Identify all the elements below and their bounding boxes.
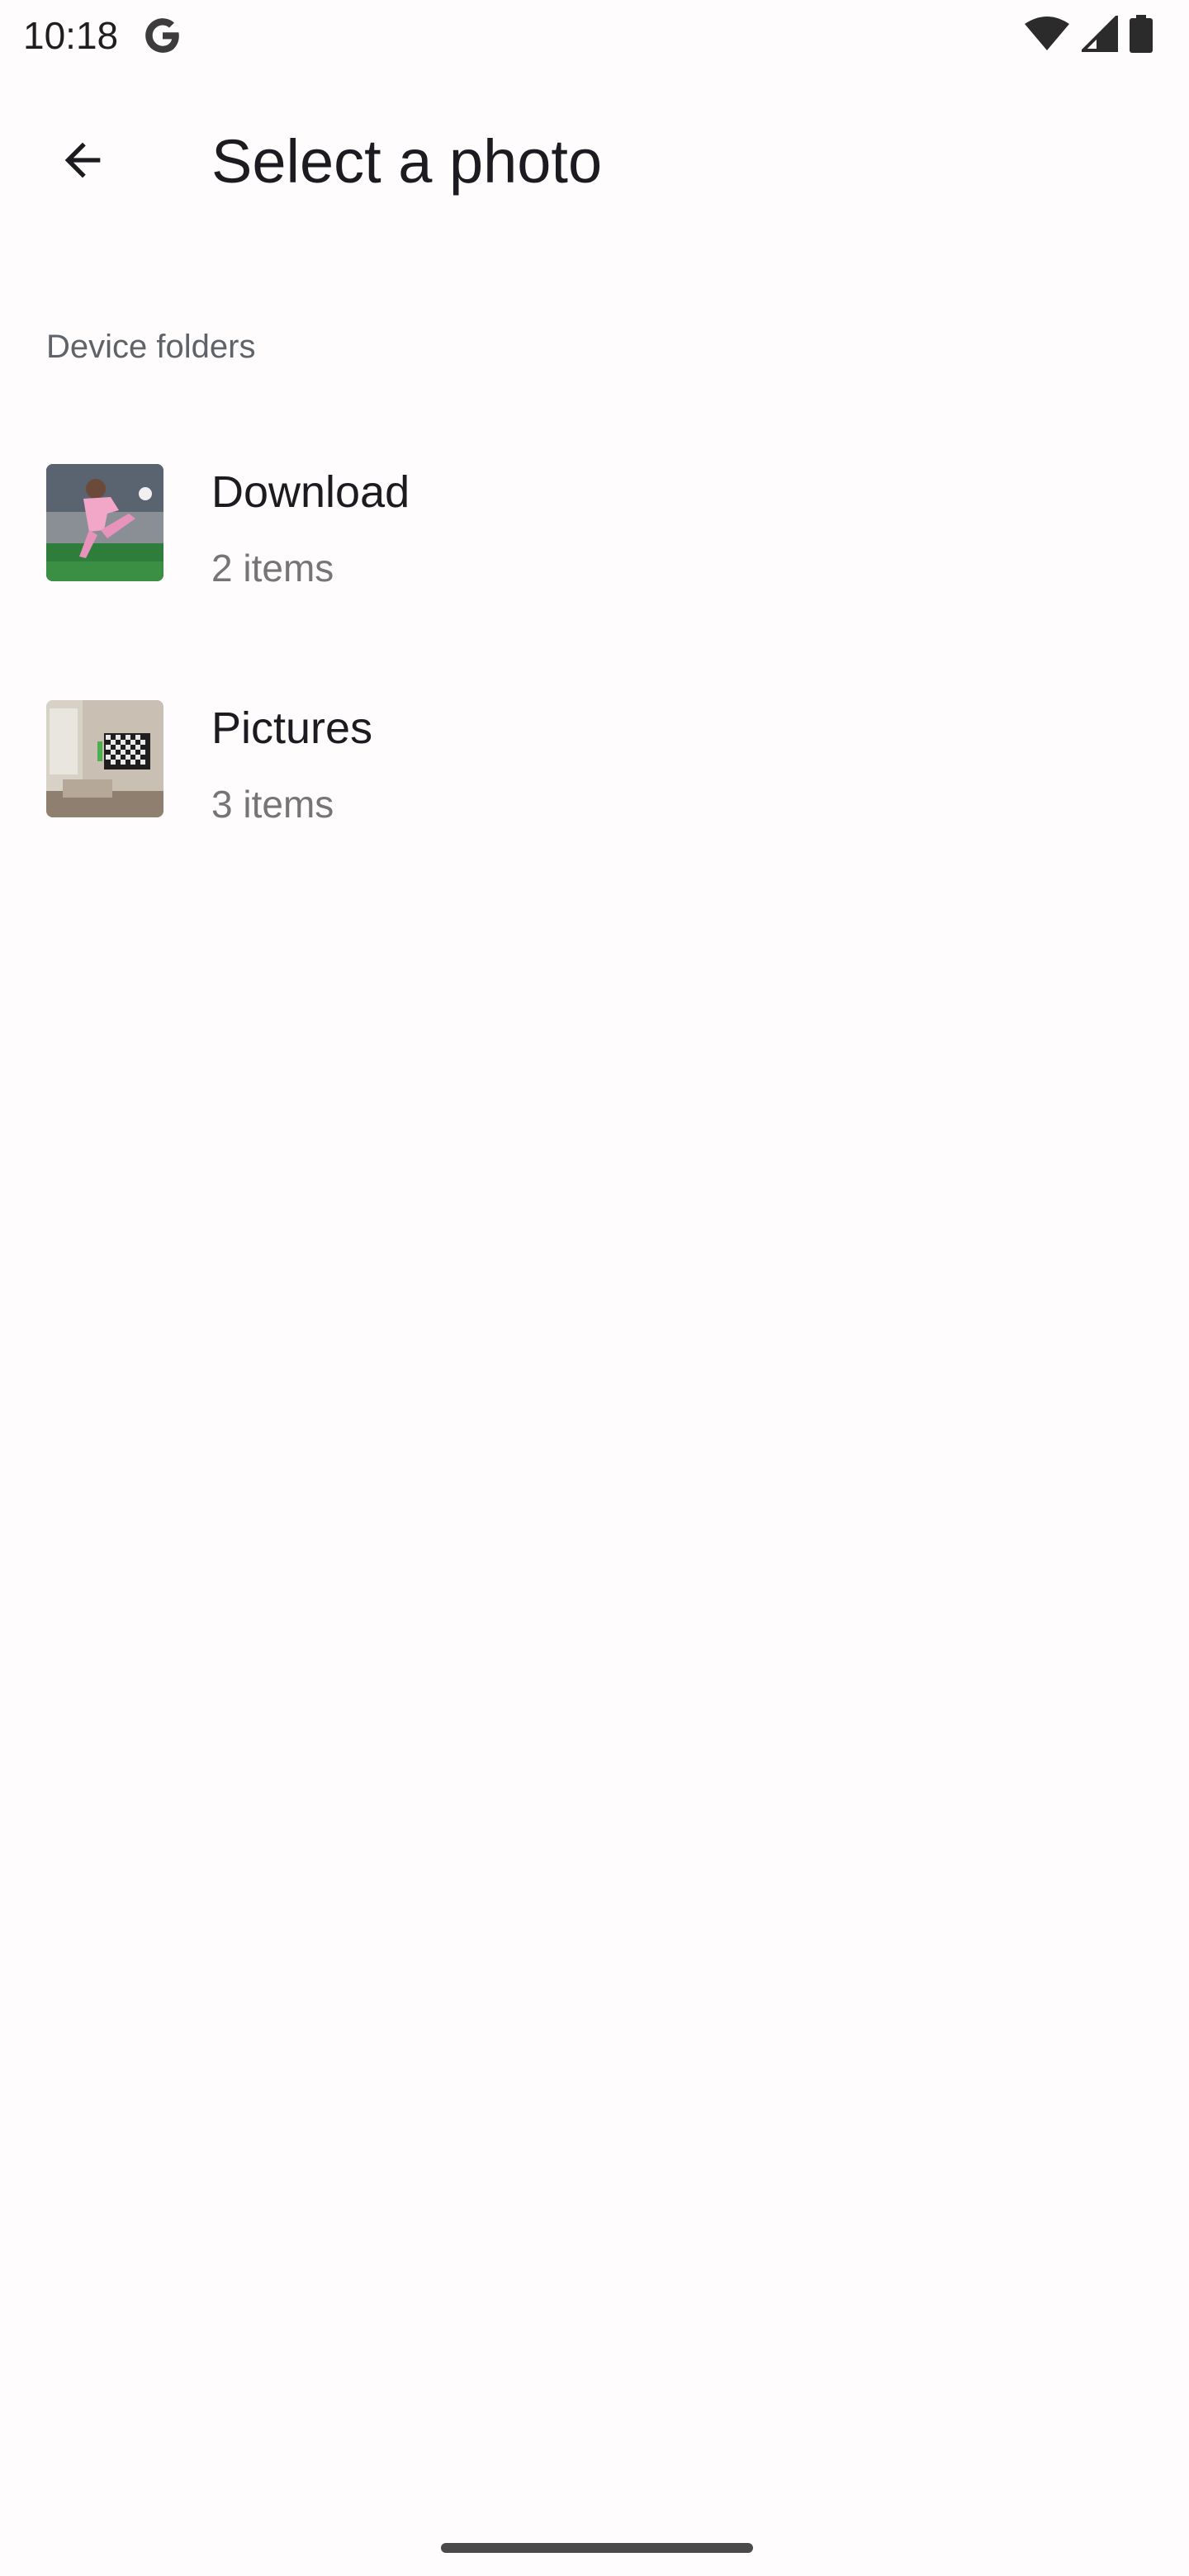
wifi-icon <box>1024 16 1070 56</box>
status-time: 10:18 <box>23 14 119 57</box>
app-bar: Select a photo <box>0 99 1189 223</box>
google-g-icon <box>142 15 183 56</box>
gesture-navigation-handle[interactable] <box>441 2543 753 2553</box>
folder-item-pictures[interactable]: Pictures 3 items <box>0 665 1189 902</box>
page-title: Select a photo <box>211 127 603 196</box>
folder-name: Pictures <box>211 703 373 753</box>
folder-list: Download 2 items Pictures 3 items <box>0 429 1189 902</box>
status-bar: 10:18 <box>0 0 1189 73</box>
folder-item-count: 2 items <box>211 547 334 590</box>
battery-icon <box>1130 14 1153 57</box>
cellular-signal-icon <box>1079 12 1118 56</box>
living-room-tv-thumbnail <box>46 700 163 817</box>
folder-item-download[interactable]: Download 2 items <box>0 429 1189 665</box>
folder-item-count: 3 items <box>211 783 334 826</box>
back-button[interactable] <box>33 112 132 211</box>
section-header: Device folders <box>46 329 256 365</box>
status-icons <box>1024 12 1153 57</box>
arrow-back-icon <box>56 134 109 191</box>
folder-name: Download <box>211 467 410 517</box>
soccer-player-thumbnail <box>46 464 163 581</box>
